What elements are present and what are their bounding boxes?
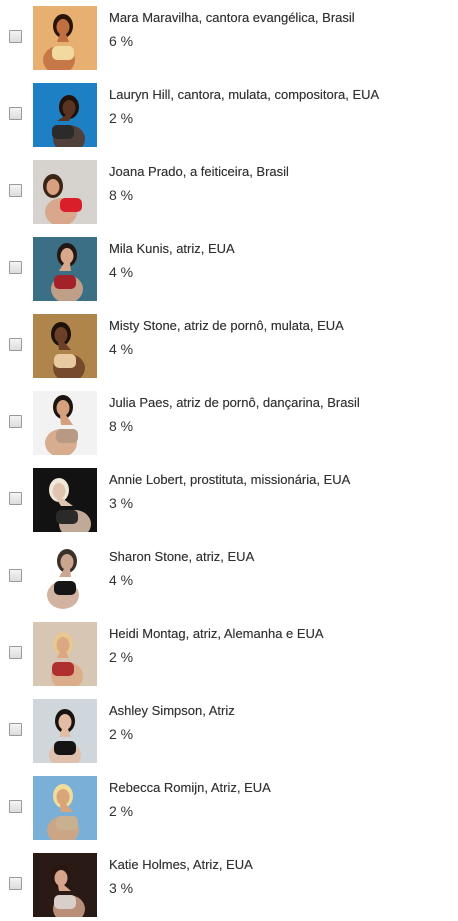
poll-option: Ashley Simpson, Atriz 2 % [0, 697, 458, 767]
poll-option: Misty Stone, atriz de pornô, mulata, EUA… [0, 312, 458, 382]
photo-image [33, 391, 97, 455]
vote-checkbox[interactable] [9, 107, 22, 120]
vote-checkbox[interactable] [9, 877, 22, 890]
option-photo [33, 391, 97, 455]
vote-checkbox[interactable] [9, 261, 22, 274]
option-label: Katie Holmes, Atriz, EUA [109, 857, 253, 872]
option-label: Annie Lobert, prostituta, missionária, E… [109, 472, 351, 487]
option-percentage: 8 % [109, 187, 134, 203]
option-photo [33, 776, 97, 840]
option-label: Mila Kunis, atriz, EUA [109, 241, 235, 256]
poll-option: Lauryn Hill, cantora, mulata, compositor… [0, 81, 458, 151]
poll-option: Mila Kunis, atriz, EUA 4 % [0, 235, 458, 305]
option-photo [33, 853, 97, 917]
photo-image [33, 699, 97, 763]
vote-checkbox[interactable] [9, 30, 22, 43]
photo-image [33, 314, 97, 378]
option-label: Lauryn Hill, cantora, mulata, compositor… [109, 87, 380, 102]
photo-image [33, 237, 97, 301]
option-percentage: 2 % [109, 803, 134, 819]
vote-checkbox[interactable] [9, 646, 22, 659]
option-photo [33, 468, 97, 532]
option-label: Julia Paes, atriz de pornô, dançarina, B… [109, 395, 360, 410]
vote-checkbox[interactable] [9, 415, 22, 428]
option-photo [33, 314, 97, 378]
option-label: Rebecca Romijn, Atriz, EUA [109, 780, 271, 795]
photo-image [33, 160, 97, 224]
option-percentage: 3 % [109, 880, 134, 896]
photo-image [33, 545, 97, 609]
option-percentage: 4 % [109, 572, 134, 588]
photo-image [33, 468, 97, 532]
vote-checkbox[interactable] [9, 569, 22, 582]
option-label: Joana Prado, a feiticeira, Brasil [109, 164, 289, 179]
option-percentage: 4 % [109, 264, 134, 280]
vote-checkbox[interactable] [9, 338, 22, 351]
option-percentage: 2 % [109, 726, 134, 742]
photo-image [33, 83, 97, 147]
vote-checkbox[interactable] [9, 184, 22, 197]
photo-image [33, 776, 97, 840]
option-photo [33, 699, 97, 763]
poll-options-list: Mara Maravilha, cantora evangélica, Bras… [0, 0, 458, 917]
option-percentage: 4 % [109, 341, 134, 357]
poll-option: Mara Maravilha, cantora evangélica, Bras… [0, 4, 458, 74]
poll-option: Annie Lobert, prostituta, missionária, E… [0, 466, 458, 536]
photo-image [33, 622, 97, 686]
poll-option: Joana Prado, a feiticeira, Brasil 8 % [0, 158, 458, 228]
option-label: Sharon Stone, atriz, EUA [109, 549, 255, 564]
option-percentage: 3 % [109, 495, 134, 511]
poll-option: Heidi Montag, atriz, Alemanha e EUA 2 % [0, 620, 458, 690]
option-label: Heidi Montag, atriz, Alemanha e EUA [109, 626, 324, 641]
option-photo [33, 622, 97, 686]
option-photo [33, 160, 97, 224]
option-label: Mara Maravilha, cantora evangélica, Bras… [109, 10, 355, 25]
poll-option: Julia Paes, atriz de pornô, dançarina, B… [0, 389, 458, 459]
poll-option: Rebecca Romijn, Atriz, EUA 2 % [0, 774, 458, 844]
option-photo [33, 237, 97, 301]
option-percentage: 8 % [109, 418, 134, 434]
vote-checkbox[interactable] [9, 800, 22, 813]
option-label: Misty Stone, atriz de pornô, mulata, EUA [109, 318, 344, 333]
option-percentage: 2 % [109, 110, 134, 126]
option-photo [33, 83, 97, 147]
vote-checkbox[interactable] [9, 492, 22, 505]
option-photo [33, 6, 97, 70]
option-percentage: 6 % [109, 33, 134, 49]
photo-image [33, 6, 97, 70]
option-percentage: 2 % [109, 649, 134, 665]
photo-image [33, 853, 97, 917]
option-label: Ashley Simpson, Atriz [109, 703, 235, 718]
option-photo [33, 545, 97, 609]
vote-checkbox[interactable] [9, 723, 22, 736]
poll-option: Sharon Stone, atriz, EUA 4 % [0, 543, 458, 613]
